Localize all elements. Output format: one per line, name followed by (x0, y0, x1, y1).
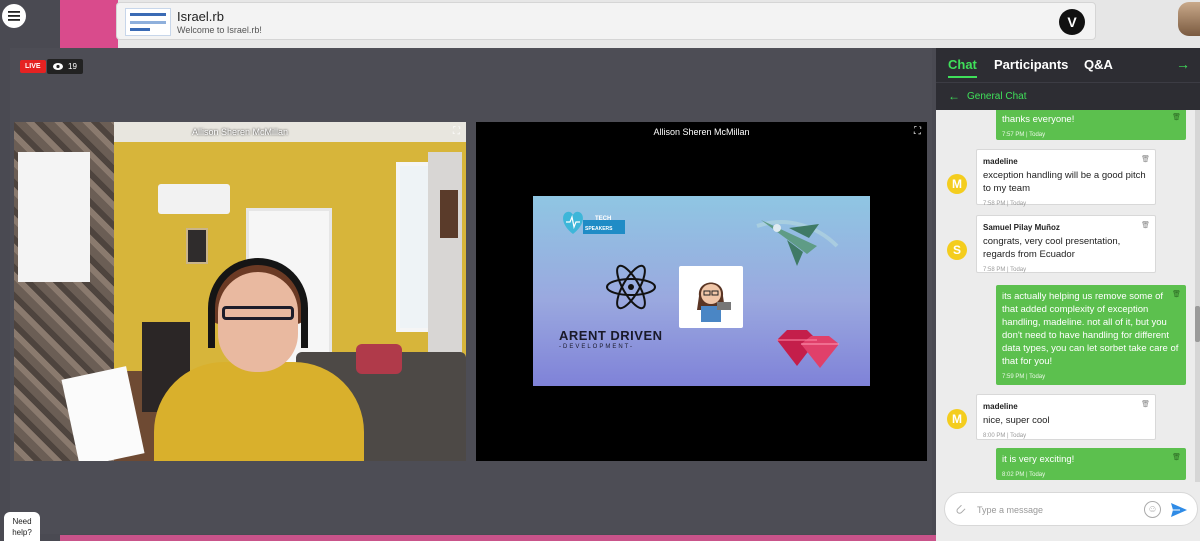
eye-icon (53, 63, 63, 70)
video-tile-camera[interactable]: Allison Sheren McMillan ⛶ (14, 122, 466, 461)
message-list[interactable]: 🗑 thanks everyone! 7:57 PM | Today M 🗑 m… (936, 110, 1200, 482)
video-tile-screenshare[interactable]: Allison Sheren McMillan ⛶ TECH SPEAKERS (476, 122, 927, 461)
message-sender: madeline (983, 157, 1018, 166)
scrollbar-thumb[interactable] (1195, 306, 1200, 342)
svg-text:SPEAKERS: SPEAKERS (585, 226, 613, 232)
live-badge: LIVE (20, 60, 46, 73)
arrow-left-icon[interactable]: ← (948, 89, 960, 103)
event-thumbnail[interactable] (125, 8, 171, 36)
message-time: 7:58 PM | Today (983, 201, 1027, 207)
message-bubble: 🗑 its actually helping us remove some of… (996, 285, 1186, 385)
background-strip (60, 0, 118, 48)
trash-icon[interactable]: 🗑 (1172, 288, 1181, 301)
parent-driven-development-logo: ARENT DRIVEN -DEVELOPMENT- (559, 328, 663, 350)
participant-name: Allison Sheren McMillan (653, 127, 750, 137)
event-title: Israel.rb (177, 9, 224, 24)
participant-name: Allison Sheren McMillan (191, 127, 289, 137)
message-bubble: 🗑 Samuel Pilay Muñoz congrats, very cool… (976, 215, 1156, 273)
cartoon-avatar (679, 266, 743, 328)
message-bubble: 🗑 madeline exception handling will be a … (976, 149, 1156, 207)
fullscreen-icon[interactable]: ⛶ (914, 126, 921, 137)
message-text: thanks everyone! (1002, 114, 1075, 125)
rocket-icon (756, 220, 839, 266)
event-subtitle: Welcome to Israel.rb! (177, 25, 262, 35)
trash-icon[interactable]: 🗑 (1141, 153, 1150, 166)
trash-icon[interactable]: 🗑 (1172, 111, 1181, 124)
message-time: 7:58 PM | Today (983, 267, 1027, 273)
message-text: its actually helping us remove some of t… (1002, 291, 1179, 367)
tab-participants[interactable]: Participants (994, 57, 1068, 72)
message-bubble: 🗑 thanks everyone! 7:57 PM | Today (996, 110, 1186, 140)
message-sender: Samuel Pilay Muñoz (983, 223, 1060, 232)
message-input[interactable] (977, 499, 1137, 521)
tech-speakers-logo: TECH SPEAKERS (563, 211, 625, 234)
panel-tabs: Chat Participants Q&A → (936, 48, 1200, 82)
message-text: nice, super cool (983, 415, 1050, 426)
message-bubble: 🗑 madeline nice, super cool 8:00 PM | To… (976, 394, 1156, 440)
message-text: congrats, very cool presentation, regard… (983, 236, 1121, 260)
avatar: M (947, 409, 967, 429)
hamburger-icon (8, 11, 20, 21)
need-help-button[interactable]: Need help? (4, 512, 40, 541)
message-time: 7:57 PM | Today (1002, 132, 1046, 138)
arrow-right-icon[interactable]: → (1176, 56, 1190, 72)
avatar: M (947, 174, 967, 194)
message-time: 8:00 PM | Today (983, 433, 1027, 439)
message-composer: ⊂ ☺ (944, 492, 1198, 526)
trash-icon[interactable]: 🗑 (1141, 219, 1150, 232)
message-text: it is very exciting! (1002, 454, 1075, 465)
svg-text:TECH: TECH (595, 216, 611, 222)
viewer-count-badge: 19 (47, 59, 83, 74)
message-text: exception handling will be a good pitch … (983, 170, 1146, 194)
platform-logo[interactable]: V (1059, 9, 1085, 35)
emoji-icon[interactable]: ☺ (1144, 501, 1161, 518)
fullscreen-icon[interactable]: ⛶ (453, 126, 460, 137)
avatar: S (947, 240, 967, 260)
trash-icon[interactable]: 🗑 (1141, 398, 1150, 411)
user-avatar[interactable] (1178, 2, 1200, 36)
message-time: 8:02 PM | Today (1002, 472, 1046, 478)
paperclip-icon[interactable]: ⊂ (951, 500, 970, 519)
ruby-gems-icon (777, 330, 839, 368)
chat-channel-header: ← General Chat (936, 82, 1200, 110)
side-panel: Chat Participants Q&A → ← General Chat 🗑… (936, 48, 1200, 541)
channel-name[interactable]: General Chat (967, 91, 1026, 102)
message-sender: madeline (983, 402, 1018, 411)
menu-button[interactable] (2, 4, 26, 28)
presentation-slide: TECH SPEAKERS ARENT DRIVEN -DEVELOPMENT- (533, 196, 870, 386)
send-icon[interactable] (1169, 500, 1189, 520)
message-bubble: 🗑 it is very exciting! 8:02 PM | Today (996, 448, 1186, 480)
tab-chat[interactable]: Chat (948, 57, 977, 78)
tab-qa[interactable]: Q&A (1084, 57, 1113, 72)
atom-icon (606, 264, 656, 310)
event-header: Israel.rb Welcome to Israel.rb! V (116, 2, 1096, 40)
background-strip (60, 535, 938, 541)
trash-icon[interactable]: 🗑 (1172, 451, 1181, 464)
message-time: 7:59 PM | Today (1002, 374, 1046, 380)
chat-scrollbar[interactable] (1195, 110, 1200, 482)
viewer-count: 19 (68, 62, 77, 71)
